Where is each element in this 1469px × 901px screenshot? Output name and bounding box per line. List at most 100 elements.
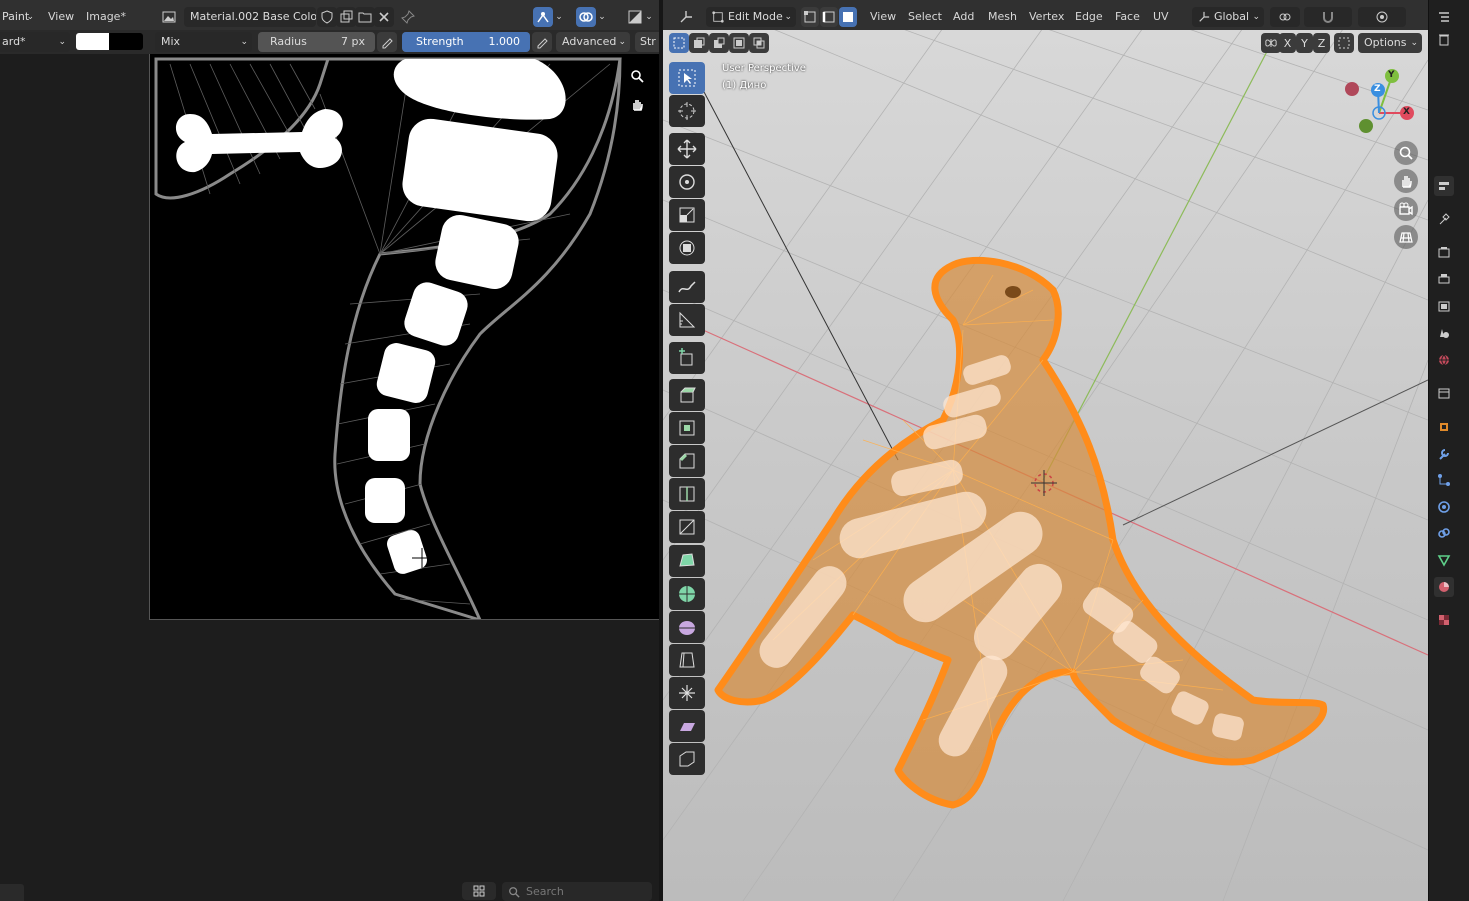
- tab-data[interactable]: [1434, 550, 1454, 570]
- menu-image[interactable]: Image*: [86, 7, 126, 27]
- tab-scene[interactable]: [1434, 323, 1454, 343]
- tab-world[interactable]: [1434, 350, 1454, 370]
- menu-face[interactable]: Face: [1115, 7, 1140, 27]
- knife-tool[interactable]: [669, 511, 705, 543]
- navigation-gizmo[interactable]: X Y Z: [1340, 66, 1420, 136]
- new-image-button[interactable]: [336, 7, 356, 27]
- menu-select[interactable]: Select: [908, 7, 942, 27]
- display-channels-button[interactable]: [625, 7, 645, 27]
- tab-view-layer[interactable]: [1434, 296, 1454, 316]
- select-box-mode-button[interactable]: [669, 33, 689, 53]
- options-dropdown[interactable]: Options ⌄: [1358, 33, 1422, 53]
- editor-type-properties-button[interactable]: [1434, 176, 1454, 196]
- mirror-y-button[interactable]: Y: [1296, 33, 1313, 53]
- scale-tool[interactable]: [669, 199, 705, 231]
- tab-constraints[interactable]: [1434, 523, 1454, 543]
- brush-selector[interactable]: ard* ⌄: [0, 32, 70, 52]
- properties-header-button[interactable]: [1434, 29, 1454, 49]
- menu-uv[interactable]: UV: [1153, 7, 1169, 27]
- mirror-toggle-button[interactable]: [1261, 33, 1281, 53]
- tab-collection[interactable]: [1434, 383, 1454, 403]
- overlays-button[interactable]: [576, 7, 596, 27]
- camera-view-button[interactable]: [1394, 197, 1418, 221]
- outliner-editor-button[interactable]: [1434, 7, 1454, 27]
- zoom-button[interactable]: [627, 66, 647, 86]
- rotate-tool[interactable]: [669, 166, 705, 198]
- tab-object[interactable]: [1434, 417, 1454, 437]
- bevel-tool[interactable]: [669, 445, 705, 477]
- open-image-button[interactable]: [355, 7, 375, 27]
- pivot-point-button[interactable]: [1270, 7, 1300, 27]
- pan-view-button[interactable]: [1394, 169, 1418, 193]
- menu-view[interactable]: View: [48, 7, 74, 27]
- extrude-tool[interactable]: [669, 379, 705, 411]
- strength-slider[interactable]: Strength 1.000: [402, 32, 530, 52]
- pan-button[interactable]: [627, 94, 647, 114]
- measure-tool[interactable]: [669, 304, 705, 336]
- texture-canvas[interactable]: [149, 54, 659, 620]
- spin-tool[interactable]: [669, 578, 705, 610]
- shear-tool[interactable]: [669, 710, 705, 742]
- face-select-button[interactable]: [839, 7, 857, 27]
- add-cube-tool[interactable]: [669, 342, 705, 374]
- strength-pressure-button[interactable]: [532, 32, 552, 52]
- cursor-tool[interactable]: [669, 95, 705, 127]
- ortho-toggle-button[interactable]: [1394, 225, 1418, 249]
- topology-mirror-button[interactable]: [1334, 33, 1354, 53]
- tab-render[interactable]: [1434, 242, 1454, 262]
- edge-select-button[interactable]: [820, 7, 838, 27]
- editor-type-button[interactable]: [672, 7, 700, 27]
- menu-add[interactable]: Add: [953, 7, 974, 27]
- radius-slider[interactable]: Radius 7 px: [258, 32, 375, 52]
- tab-output[interactable]: [1434, 269, 1454, 289]
- transform-orientation-dropdown[interactable]: Global ⌄: [1192, 7, 1264, 27]
- primary-color-swatch[interactable]: [76, 33, 109, 50]
- chevron-down-icon[interactable]: ⌄: [596, 7, 608, 27]
- menu-mesh[interactable]: Mesh: [988, 7, 1017, 27]
- advanced-dropdown[interactable]: Advanced ⌄: [556, 32, 630, 52]
- pin-button[interactable]: [398, 7, 418, 27]
- image-name-field[interactable]: Material.002 Base Color: [184, 7, 316, 27]
- tab-particles[interactable]: [1434, 470, 1454, 490]
- loop-cut-tool[interactable]: [669, 478, 705, 510]
- zoom-view-button[interactable]: [1394, 141, 1418, 165]
- search-field[interactable]: Search: [502, 882, 652, 901]
- rip-region-tool[interactable]: [669, 743, 705, 775]
- tab-material[interactable]: [1434, 577, 1454, 597]
- select-invert-button[interactable]: [729, 33, 749, 53]
- annotate-tool[interactable]: [669, 271, 705, 303]
- menu-edge[interactable]: Edge: [1075, 7, 1103, 27]
- snap-button[interactable]: [1304, 7, 1352, 27]
- poly-build-tool[interactable]: [669, 545, 705, 577]
- secondary-color-swatch[interactable]: [109, 33, 143, 50]
- tab-tool[interactable]: [1434, 209, 1454, 229]
- inset-tool[interactable]: [669, 412, 705, 444]
- tab-modifiers[interactable]: [1434, 444, 1454, 464]
- uv-sync-button[interactable]: [533, 7, 553, 27]
- shrink-fatten-tool[interactable]: [669, 677, 705, 709]
- edge-slide-tool[interactable]: [669, 644, 705, 676]
- chevron-down-icon[interactable]: ⌄: [643, 7, 655, 27]
- menu-vertex[interactable]: Vertex: [1029, 7, 1064, 27]
- tab-texture[interactable]: [1434, 610, 1454, 630]
- mode-dropdown[interactable]: Edit Mode ⌄: [706, 7, 796, 27]
- vertex-select-button[interactable]: [801, 7, 819, 27]
- select-intersect-button[interactable]: [749, 33, 769, 53]
- transform-tool[interactable]: [669, 232, 705, 264]
- select-box-tool[interactable]: [669, 62, 705, 94]
- unlink-image-button[interactable]: [374, 7, 394, 27]
- tab-physics[interactable]: [1434, 497, 1454, 517]
- chevron-down-icon[interactable]: ⌄: [553, 7, 565, 27]
- fake-user-button[interactable]: [317, 7, 337, 27]
- smooth-tool[interactable]: [669, 611, 705, 643]
- paint-mode-dropdown[interactable]: Paint ⌄: [0, 7, 36, 27]
- mirror-x-button[interactable]: X: [1279, 33, 1296, 53]
- menu-view[interactable]: View: [870, 7, 896, 27]
- image-browse-button[interactable]: [156, 7, 182, 27]
- radius-pressure-button[interactable]: [377, 32, 397, 52]
- viewport-3d[interactable]: [663, 0, 1428, 901]
- view-layout-button[interactable]: [462, 882, 496, 900]
- blend-mode-dropdown[interactable]: Mix ⌄: [155, 32, 252, 52]
- select-extend-button[interactable]: [689, 33, 709, 53]
- select-subtract-button[interactable]: [709, 33, 729, 53]
